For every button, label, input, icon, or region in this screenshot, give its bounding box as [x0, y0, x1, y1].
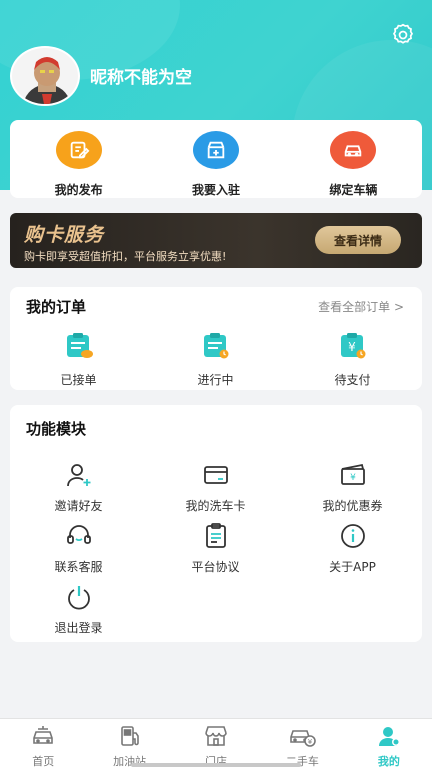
order-status-label: 已接单	[60, 373, 97, 387]
order-accepted-icon	[64, 331, 94, 365]
order-status-label: 待支付	[334, 373, 371, 387]
order-in-progress-icon	[201, 331, 231, 365]
home-car-icon	[30, 725, 56, 751]
profile-icon	[376, 725, 402, 751]
svg-text:¥: ¥	[348, 340, 356, 354]
invite-friend-icon	[65, 461, 93, 493]
order-status-label: 进行中	[197, 373, 234, 387]
order-status-accepted[interactable]: 已接单	[10, 331, 147, 388]
order-status-in-progress[interactable]: 进行中	[147, 331, 284, 388]
module-label: 退出登录	[54, 621, 103, 635]
info-icon	[339, 522, 367, 554]
my-posts-button[interactable]: 我的发布	[10, 120, 147, 198]
tab-home[interactable]: 首页	[0, 719, 86, 768]
coupon-icon: ¥	[339, 461, 367, 493]
svg-text:¥: ¥	[308, 738, 313, 746]
my-orders-card: 我的订单 查看全部订单 > 已接单 进行中 ¥ 待支付	[10, 287, 422, 390]
module-label: 我的洗车卡	[185, 499, 246, 513]
platform-agreement-button[interactable]: 平台协议	[147, 522, 284, 574]
power-icon	[65, 583, 93, 615]
fuel-pump-icon	[117, 725, 143, 751]
module-label: 联系客服	[54, 560, 103, 574]
module-label: 我的优惠券	[322, 499, 383, 513]
home-indicator	[131, 763, 301, 767]
banner-subtitle: 购卡即享受超值折扣，平台服务立享优惠!	[24, 250, 227, 263]
module-label: 平台协议	[191, 560, 240, 574]
bind-vehicle-button[interactable]: 绑定车辆	[285, 120, 422, 198]
view-details-button[interactable]: 查看详情	[315, 226, 401, 254]
store-add-icon	[192, 131, 239, 169]
banner-title: 购卡服务	[24, 224, 105, 246]
modules-title: 功能模块	[26, 420, 87, 438]
agreement-icon	[202, 522, 230, 554]
function-modules-card: 功能模块 邀请好友 我的洗车卡 ¥ 我的优惠券 联系客服 平台协议 关于APP …	[10, 405, 422, 642]
view-all-orders-link[interactable]: 查看全部订单 >	[318, 298, 404, 315]
quick-action-label: 我要入驻	[191, 183, 240, 197]
tab-store[interactable]: 门店	[173, 719, 259, 768]
orders-title: 我的订单	[26, 298, 87, 316]
tab-used-car[interactable]: ¥ 二手车	[259, 719, 345, 768]
my-wash-card-button[interactable]: 我的洗车卡	[147, 461, 284, 513]
tab-label: 首页	[32, 755, 55, 768]
edit-icon	[55, 131, 102, 169]
avatar[interactable]	[10, 46, 80, 106]
car-icon	[330, 131, 377, 169]
tab-mine[interactable]: 我的	[346, 719, 432, 768]
quick-actions-card: 我的发布 我要入驻 绑定车辆	[10, 120, 422, 198]
headset-icon	[65, 522, 93, 554]
logout-button[interactable]: 退出登录	[10, 583, 147, 635]
contact-support-button[interactable]: 联系客服	[10, 522, 147, 574]
svg-text:¥: ¥	[350, 473, 356, 483]
shop-icon	[203, 725, 229, 751]
quick-action-label: 绑定车辆	[329, 183, 378, 197]
order-pending-payment-icon: ¥	[338, 331, 368, 365]
card-service-banner[interactable]: 购卡服务 购卡即享受超值折扣，平台服务立享优惠! 查看详情	[10, 213, 422, 268]
module-label: 关于APP	[329, 560, 376, 574]
tab-gas-station[interactable]: 加油站	[86, 719, 172, 768]
settings-gear-icon[interactable]	[390, 22, 416, 48]
bottom-tab-bar: 首页 加油站 门店 ¥ 二手车 我的	[0, 718, 432, 768]
used-car-icon: ¥	[288, 725, 317, 751]
join-store-button[interactable]: 我要入驻	[147, 120, 284, 198]
quick-action-label: 我的发布	[54, 183, 103, 197]
order-status-pending-payment[interactable]: ¥ 待支付	[284, 331, 421, 388]
nickname[interactable]: 昵称不能为空	[90, 63, 192, 88]
my-coupons-button[interactable]: ¥ 我的优惠券	[284, 461, 421, 513]
module-label: 邀请好友	[54, 499, 103, 513]
about-app-button[interactable]: 关于APP	[284, 522, 421, 574]
tab-label: 我的	[377, 755, 400, 768]
invite-friends-button[interactable]: 邀请好友	[10, 461, 147, 513]
card-icon	[202, 461, 230, 493]
